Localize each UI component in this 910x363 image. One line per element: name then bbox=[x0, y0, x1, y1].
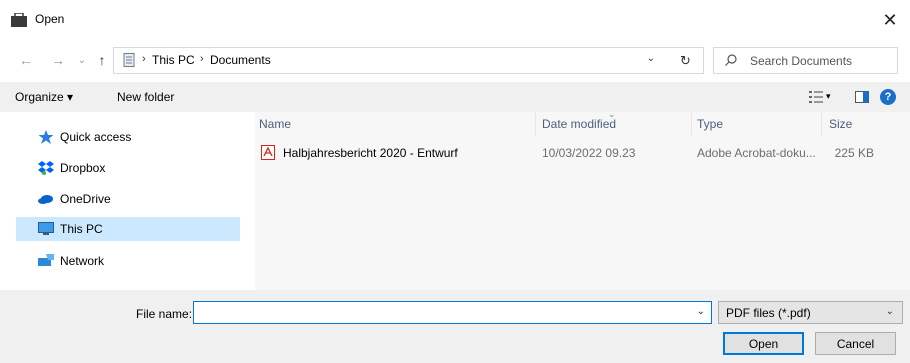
file-name-dropdown-icon[interactable]: ⌄ bbox=[697, 306, 705, 317]
dropbox-icon bbox=[38, 161, 54, 175]
sidebar-item-onedrive[interactable]: OneDrive bbox=[16, 187, 240, 211]
pdf-icon bbox=[261, 145, 275, 160]
view-dropdown-icon[interactable]: ▾ bbox=[826, 91, 831, 102]
folder-icon bbox=[11, 13, 27, 27]
column-header-name[interactable]: Name bbox=[259, 117, 291, 131]
column-divider[interactable] bbox=[691, 113, 692, 135]
column-divider[interactable] bbox=[535, 113, 536, 135]
monitor-icon bbox=[38, 222, 54, 235]
column-divider[interactable] bbox=[821, 113, 822, 135]
cloud-icon bbox=[38, 195, 53, 204]
column-header-type[interactable]: Type bbox=[697, 117, 723, 131]
address-dropdown-icon[interactable]: ⌄ bbox=[647, 53, 655, 64]
column-header-size[interactable]: Size bbox=[829, 117, 852, 131]
search-icon bbox=[725, 54, 737, 66]
network-icon bbox=[38, 254, 54, 266]
file-date-modified: 10/03/2022 09.23 bbox=[542, 146, 636, 160]
view-options-icon[interactable] bbox=[809, 91, 823, 103]
sidebar-item-this-pc[interactable]: This PC bbox=[16, 217, 240, 241]
sidebar-item-network[interactable]: Network bbox=[16, 249, 240, 273]
forward-button[interactable]: → bbox=[47, 48, 69, 72]
file-type-filter-value: PDF files (*.pdf) bbox=[726, 306, 811, 320]
file-name-input[interactable]: ⌄ bbox=[193, 301, 712, 324]
file-name-label: File name: bbox=[136, 307, 193, 321]
file-size: 225 KB bbox=[834, 146, 874, 160]
title-bar: Open ✕ bbox=[0, 0, 910, 40]
file-type-filter-select[interactable]: PDF files (*.pdf) ⌄ bbox=[718, 301, 903, 324]
file-list bbox=[255, 112, 910, 290]
close-button[interactable]: ✕ bbox=[870, 0, 910, 40]
chevron-down-icon: ⌄ bbox=[885, 306, 894, 317]
sidebar-item-label: OneDrive bbox=[60, 192, 111, 206]
breadcrumb-documents[interactable]: Documents bbox=[210, 53, 271, 67]
recent-locations-button[interactable]: ⌄ bbox=[71, 48, 93, 72]
breadcrumb-this-pc[interactable]: This PC bbox=[152, 53, 195, 67]
sidebar-item-quick-access[interactable]: Quick access bbox=[16, 125, 240, 149]
open-button[interactable]: Open bbox=[723, 332, 804, 355]
sidebar-item-dropbox[interactable]: Dropbox bbox=[16, 156, 240, 180]
new-folder-button[interactable]: New folder bbox=[117, 90, 174, 104]
sidebar-item-label: Quick access bbox=[60, 130, 132, 144]
breadcrumb-separator: › bbox=[142, 53, 146, 65]
search-input[interactable]: Search Documents bbox=[750, 54, 852, 68]
file-type: Adobe Acrobat-doku... bbox=[697, 146, 816, 160]
cancel-button[interactable]: Cancel bbox=[815, 332, 896, 355]
file-name[interactable]: Halbjahresbericht 2020 - Entwurf bbox=[283, 146, 458, 160]
preview-pane-icon[interactable] bbox=[855, 91, 869, 103]
search-box[interactable]: Search Documents bbox=[713, 47, 898, 74]
star-icon bbox=[38, 130, 54, 144]
back-button[interactable]: ← bbox=[15, 48, 37, 72]
up-button[interactable]: ↑ bbox=[91, 48, 113, 72]
refresh-button[interactable]: ↻ bbox=[667, 48, 703, 73]
organize-button[interactable]: Organize ▾ bbox=[15, 90, 73, 104]
column-header-date-modified[interactable]: Date modified bbox=[542, 117, 616, 131]
sidebar-item-label: Dropbox bbox=[60, 161, 106, 175]
command-toolbar: Organize ▾ New folder ▾ ? bbox=[0, 82, 910, 112]
address-bar[interactable]: › This PC › Documents ⌄ ↻ bbox=[113, 47, 704, 74]
sidebar-item-label: This PC bbox=[60, 222, 103, 236]
window-title: Open bbox=[35, 12, 65, 26]
help-icon[interactable]: ? bbox=[880, 89, 896, 105]
breadcrumb-separator: › bbox=[200, 53, 204, 65]
document-folder-icon bbox=[123, 53, 135, 67]
sidebar-item-label: Network bbox=[60, 254, 105, 268]
